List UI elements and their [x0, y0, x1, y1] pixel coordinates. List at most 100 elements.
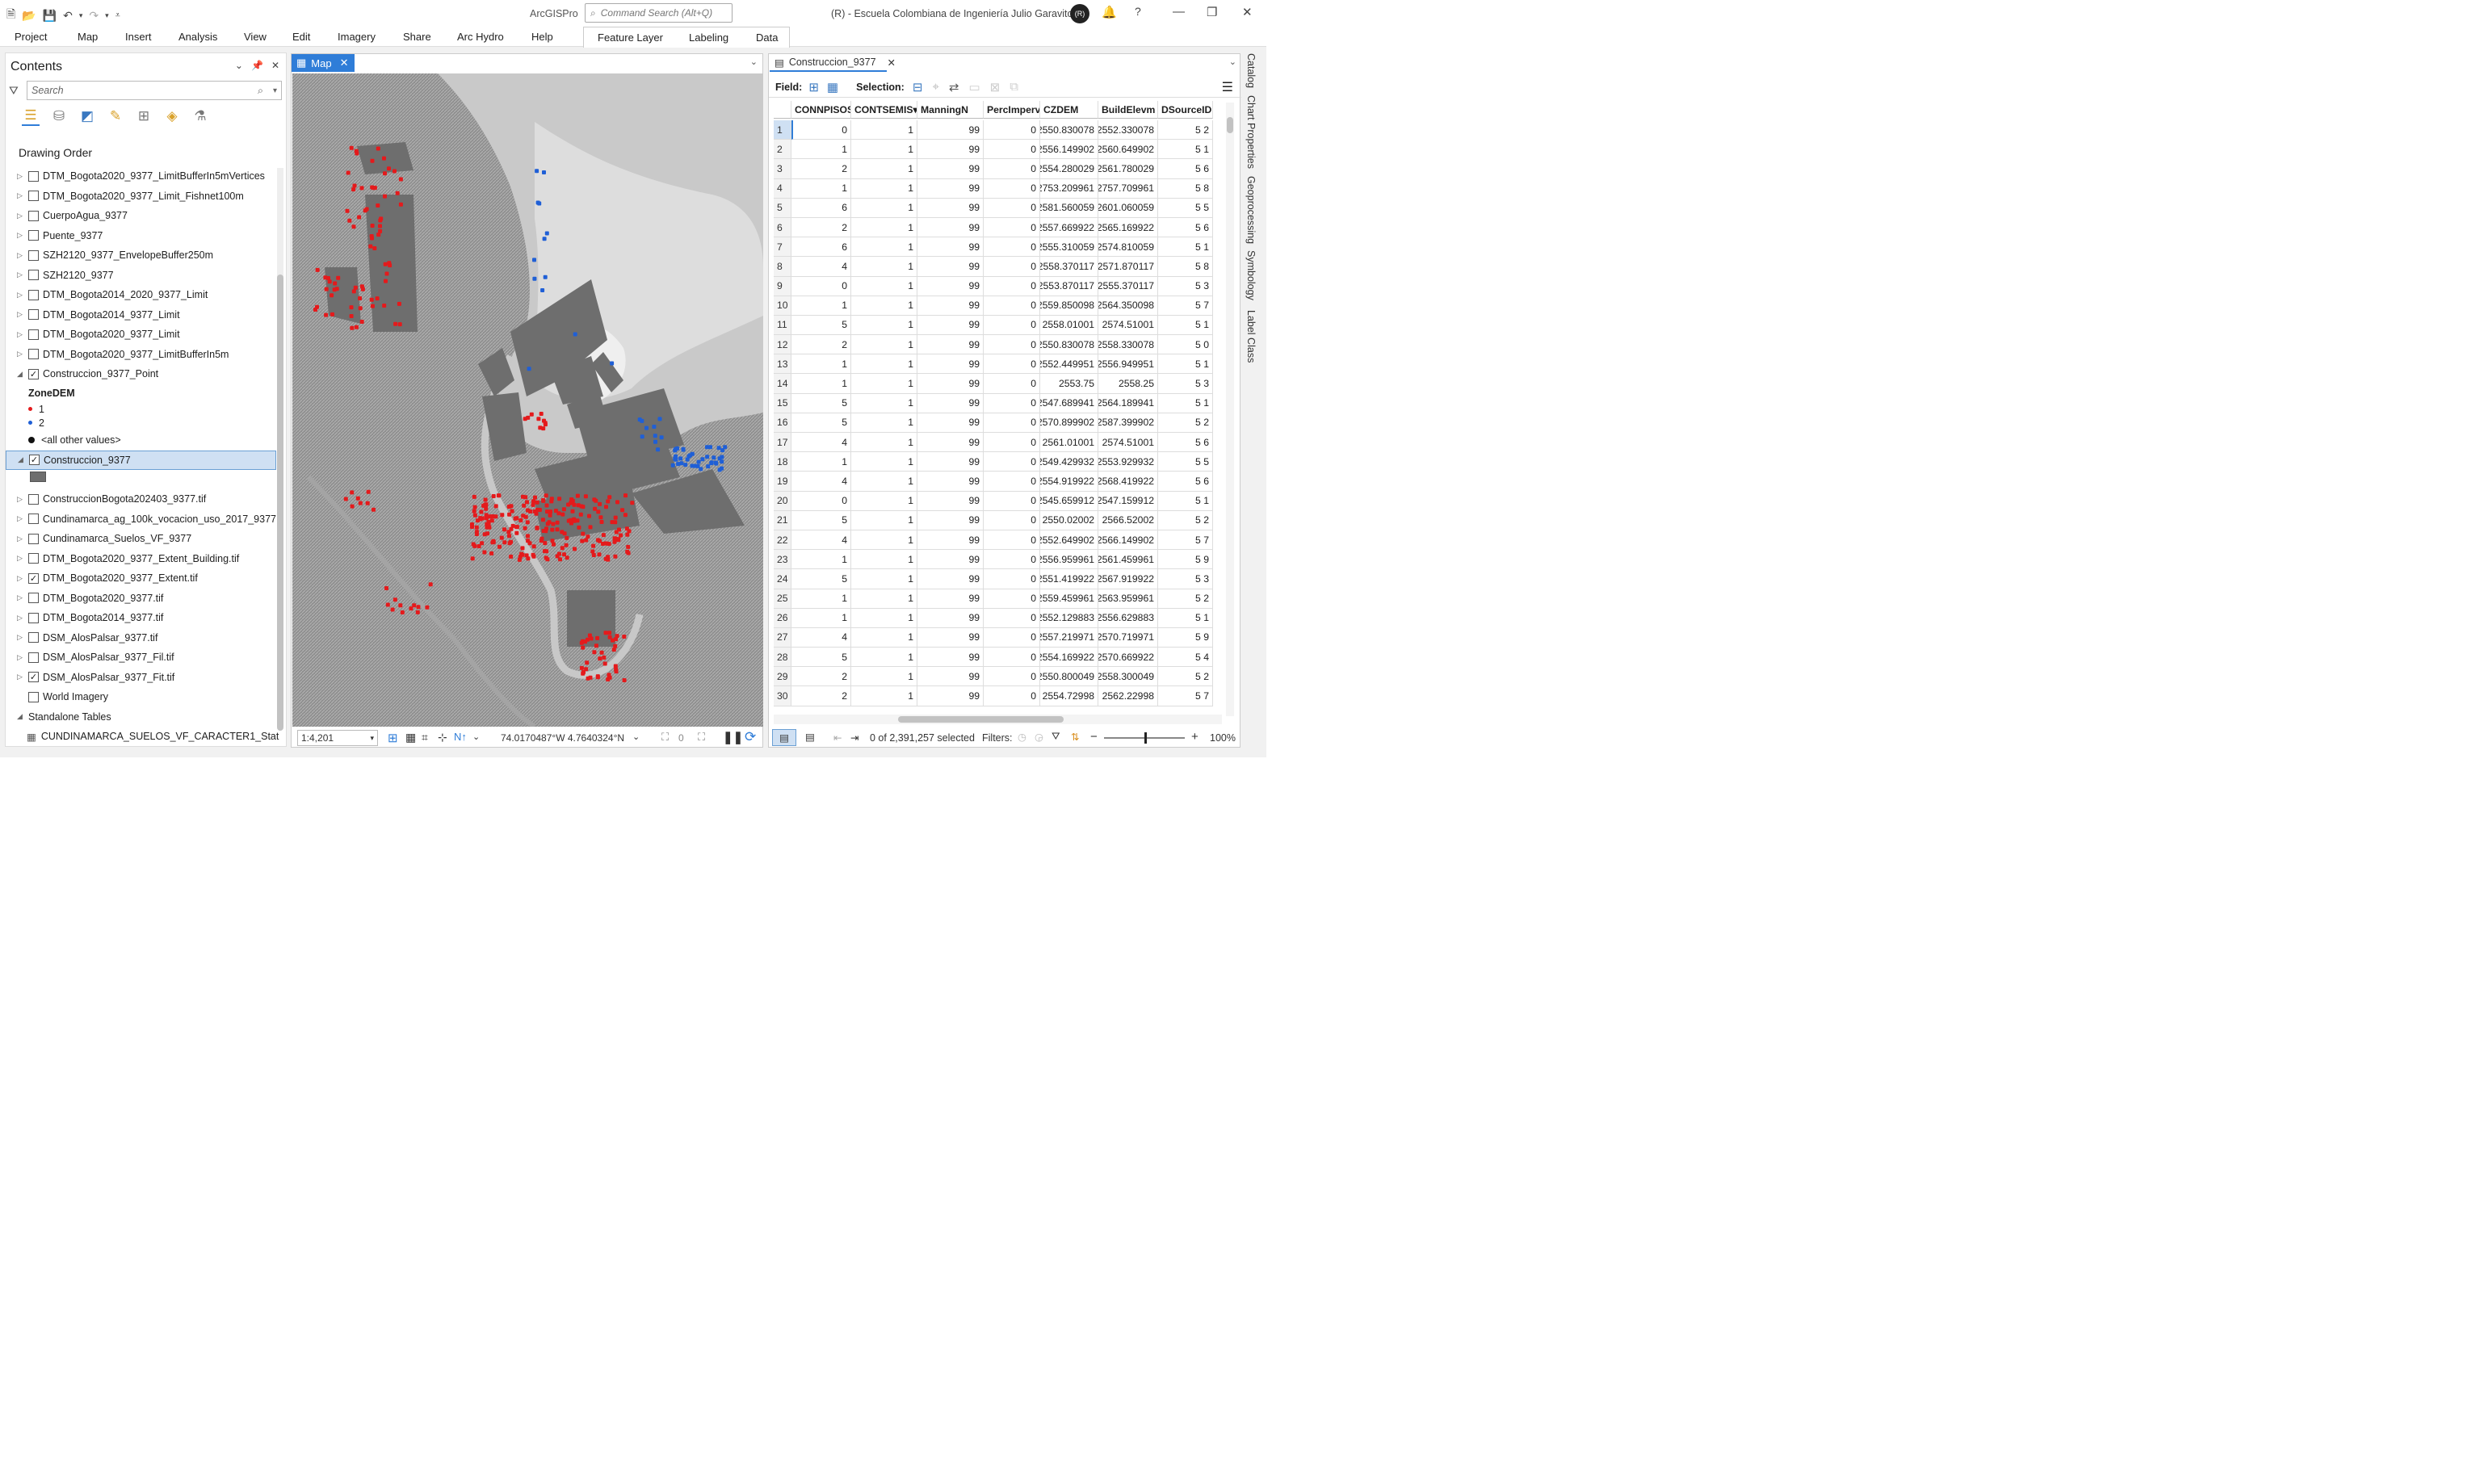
table-cell[interactable]: 5 1	[1158, 393, 1213, 413]
table-row[interactable]: 8 4 1 99 0 2558.370117 2571.870117 5 8	[774, 257, 1213, 277]
table-cell[interactable]: 5 7	[1158, 686, 1213, 706]
refresh-icon[interactable]: ⟳	[745, 729, 756, 745]
table-cell[interactable]: 5	[791, 648, 851, 668]
table-cell[interactable]: 2	[791, 217, 851, 238]
table-cell[interactable]: 4	[791, 530, 851, 551]
table-cell[interactable]: 0	[984, 217, 1040, 238]
table-cell[interactable]: 99	[917, 472, 984, 492]
grid-corner[interactable]	[774, 101, 791, 119]
table-cell[interactable]: 0	[984, 374, 1040, 394]
layer-visibility-checkbox[interactable]	[28, 191, 39, 201]
show-all-records-icon[interactable]: ▤	[772, 729, 796, 746]
table-cell[interactable]: 0	[984, 178, 1040, 199]
layer-item[interactable]: ▷ DTM_Bogota2020_9377.tif	[6, 589, 276, 608]
close-map-tab-icon[interactable]: ✕	[340, 57, 349, 69]
table-cell[interactable]: 1	[791, 589, 851, 609]
standalone-tables-group[interactable]: ◢ Standalone Tables	[6, 707, 276, 727]
expand-layer-icon[interactable]: ▷	[17, 495, 28, 504]
table-cell[interactable]: 99	[917, 686, 984, 706]
table-cell[interactable]: 0	[984, 393, 1040, 413]
redo-dropdown-icon[interactable]: ▾	[105, 11, 109, 20]
table-cell[interactable]: 2552.649902	[1040, 530, 1098, 551]
collapse-layer-icon[interactable]: ◢	[17, 370, 28, 379]
layer-item[interactable]: ▷ Puente_9377	[6, 226, 276, 245]
table-cell[interactable]: 2560.649902	[1098, 140, 1158, 160]
table-cell[interactable]: 99	[917, 393, 984, 413]
side-tab-geoprocessing[interactable]: Geoprocessing	[1245, 176, 1257, 244]
expand-layer-icon[interactable]: ▷	[17, 574, 28, 583]
pane-menu-icon[interactable]: ⌄	[235, 60, 243, 71]
table-cell[interactable]: 5 8	[1158, 178, 1213, 199]
table-cell[interactable]: 2570.669922	[1098, 648, 1158, 668]
table-cell[interactable]: 2554.919922	[1040, 472, 1098, 492]
search-dropdown-icon[interactable]: ▾	[273, 86, 277, 95]
table-cell[interactable]: 1	[851, 237, 917, 258]
expand-layer-icon[interactable]: ▷	[17, 310, 28, 319]
table-cell[interactable]: 2553.75	[1040, 374, 1098, 394]
table-cell[interactable]: 6	[791, 198, 851, 218]
row-number[interactable]: 11	[774, 315, 791, 336]
table-cell[interactable]: 2556.149902	[1040, 140, 1098, 160]
row-number[interactable]: 29	[774, 667, 791, 687]
layer-item[interactable]: ▷ DTM_Bogota2020_9377_Limit	[6, 325, 276, 344]
table-cell[interactable]: 5 6	[1158, 159, 1213, 179]
table-cell[interactable]: 2753.209961	[1040, 178, 1098, 199]
expand-layer-icon[interactable]: ▷	[17, 330, 28, 339]
side-tab-catalog[interactable]: Catalog	[1245, 53, 1257, 88]
table-row[interactable]: 3 2 1 99 0 2554.280029 2561.780029 5 6	[774, 159, 1213, 179]
tab-data[interactable]: Data	[756, 31, 778, 44]
table-cell[interactable]: 2559.850098	[1040, 296, 1098, 316]
layer-item[interactable]: ▷ DTM_Bogota2014_9377.tif	[6, 608, 276, 627]
polygon-symbol-swatch[interactable]	[30, 472, 46, 482]
filter-by-definition-icon[interactable]: ⛛	[1052, 731, 1060, 743]
table-cell[interactable]: 0	[984, 335, 1040, 355]
table-cell[interactable]: 0	[984, 491, 1040, 511]
close-icon[interactable]: ✕	[1242, 5, 1253, 19]
contents-search-input[interactable]: Search ⌕ ▾	[27, 81, 282, 100]
row-number[interactable]: 10	[774, 296, 791, 316]
column-header[interactable]: ManningN	[917, 101, 984, 119]
table-cell[interactable]: 2561.459961	[1098, 550, 1158, 570]
table-cell[interactable]: 1	[791, 296, 851, 316]
row-number[interactable]: 24	[774, 569, 791, 589]
table-cell[interactable]: 99	[917, 315, 984, 336]
row-number[interactable]: 23	[774, 550, 791, 570]
table-cell[interactable]: 0	[984, 472, 1040, 492]
layer-visibility-checkbox[interactable]	[28, 632, 39, 643]
table-cell[interactable]: 1	[851, 510, 917, 530]
table-cell[interactable]: 4	[791, 257, 851, 277]
layer-item[interactable]: ▷ DTM_Bogota2020_9377_LimitBufferIn5m	[6, 345, 276, 364]
table-cell[interactable]: 2556.959961	[1040, 550, 1098, 570]
layer-visibility-checkbox[interactable]: ✓	[28, 368, 39, 379]
row-number[interactable]: 19	[774, 472, 791, 492]
table-row[interactable]: 23 1 1 99 0 2556.959961 2561.459961 5 9	[774, 550, 1213, 570]
minimize-icon[interactable]: —	[1173, 5, 1185, 19]
tab-attribute-table[interactable]: ▤ Construccion_9377 ✕	[770, 54, 896, 72]
table-cell[interactable]: 2587.399902	[1098, 413, 1158, 433]
expand-layer-icon[interactable]: ▷	[17, 534, 28, 543]
table-cell[interactable]: 2757.709961	[1098, 178, 1158, 199]
table-cell[interactable]: 2581.560059	[1040, 198, 1098, 218]
table-cell[interactable]: 99	[917, 159, 984, 179]
table-cell[interactable]: 0	[791, 276, 851, 296]
table-cell[interactable]: 5 5	[1158, 452, 1213, 472]
expand-layer-icon[interactable]: ▷	[17, 191, 28, 200]
select-by-attributes-icon[interactable]: ⊟	[913, 80, 923, 94]
table-cell[interactable]: 2	[791, 335, 851, 355]
table-cell[interactable]: 2570.899902	[1040, 413, 1098, 433]
table-row[interactable]: 10 1 1 99 0 2559.850098 2564.350098 5 7	[774, 296, 1213, 316]
table-cell[interactable]: 1	[851, 315, 917, 336]
layer-item[interactable]: ▷ Cundinamarca_ag_100k_vocacion_uso_2017_…	[6, 509, 276, 529]
row-number[interactable]: 30	[774, 686, 791, 706]
table-cell[interactable]: 2555.370117	[1098, 276, 1158, 296]
table-cell[interactable]: 1	[851, 491, 917, 511]
collapse-layer-icon[interactable]: ◢	[18, 455, 29, 464]
switch-selection-icon[interactable]: ⇄	[949, 80, 959, 94]
table-cell[interactable]: 1	[851, 140, 917, 160]
table-cell[interactable]: 4	[791, 472, 851, 492]
table-cell[interactable]: 5 6	[1158, 217, 1213, 238]
table-cell[interactable]: 0	[984, 120, 1040, 140]
tab-insert[interactable]: Insert	[125, 31, 152, 43]
layer-visibility-checkbox[interactable]	[28, 593, 39, 603]
scale-selector[interactable]: 1:4,201 ▾	[297, 730, 378, 746]
